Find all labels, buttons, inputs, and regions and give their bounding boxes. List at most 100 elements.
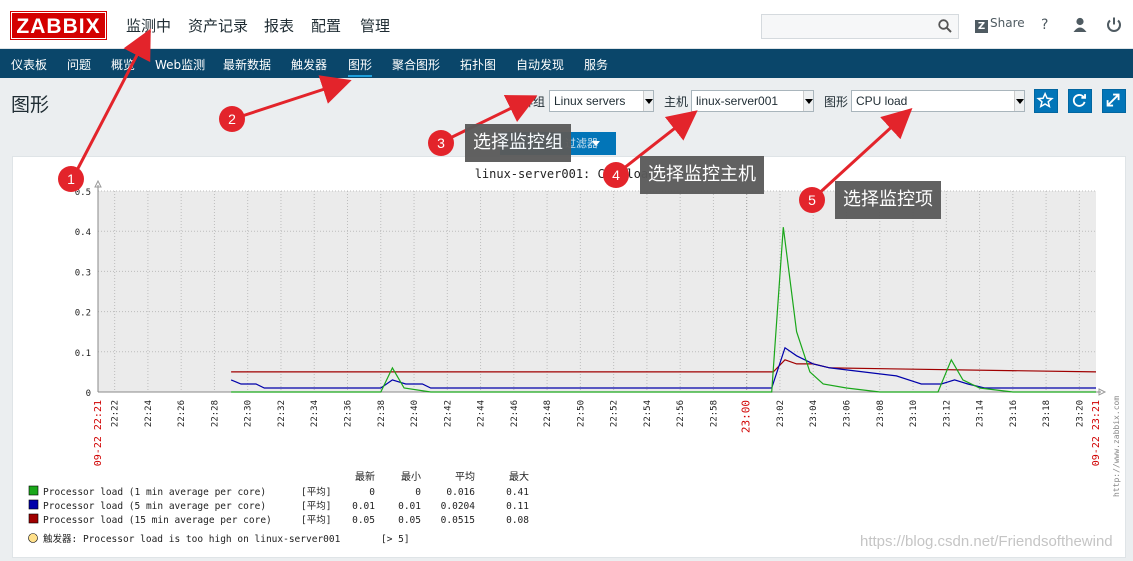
graph-panel: linux-server001: CPU load 0 0.1 0.2 0.3 0.4 0… — [12, 156, 1126, 558]
y-tick-label: 0.2 — [75, 309, 91, 319]
x-tick-label: 22:44 — [477, 400, 487, 427]
subnav-overview[interactable]: 概览 — [111, 56, 135, 73]
callout-select-item: 选择监控项 — [835, 181, 941, 219]
legend-value-cell: 0.0204 — [441, 501, 476, 512]
subnav-dashboard[interactable]: 仪表板 — [11, 56, 47, 73]
top-bar: ZABBIX 监测中 资产记录 报表 配置 管理 Z Share ? — [0, 0, 1133, 49]
logout-power-icon[interactable] — [1105, 16, 1123, 34]
x-tick-label: 22:28 — [210, 400, 220, 427]
step-badge-4: 4 — [603, 162, 629, 188]
legend-item-func: [平均] — [301, 514, 331, 526]
graph-select-value: CPU load — [856, 94, 908, 108]
help-icon[interactable]: ? — [1041, 17, 1048, 33]
x-tick-label: 23:08 — [876, 400, 886, 427]
legend-value-cell: 0.05 — [352, 515, 375, 526]
nav-administration[interactable]: 管理 — [360, 15, 390, 36]
group-label: 群组 — [521, 95, 546, 109]
legend-value-cell: 0.016 — [446, 487, 475, 498]
zabbix-credit: http://www.zabbix.com — [1112, 396, 1121, 497]
x-tick-label: 22:22 — [111, 400, 121, 427]
legend-value-cell: 0.05 — [398, 515, 421, 526]
x-tick-label: 22:50 — [576, 400, 586, 427]
legend-trigger-text: 触发器: Processor load is too high on linux… — [43, 533, 341, 545]
legend-item-func: [平均] — [301, 500, 331, 512]
subnav-maps[interactable]: 拓扑图 — [460, 56, 496, 73]
host-select[interactable]: linux-server001 — [691, 90, 814, 112]
search-input[interactable] — [761, 14, 959, 39]
x-tick-label: 23:00 — [740, 400, 753, 433]
x-tick-label: 23:14 — [976, 400, 986, 427]
y-tick-label: 0.3 — [75, 268, 91, 278]
subnav-problems[interactable]: 问题 — [67, 56, 91, 73]
legend-value-cell: 0 — [369, 487, 375, 498]
x-tick-label: 22:36 — [344, 400, 354, 427]
nav-configuration[interactable]: 配置 — [311, 15, 341, 36]
x-tick-label: 22:54 — [643, 400, 653, 427]
subnav-discovery[interactable]: 自动发现 — [516, 56, 564, 73]
subnav-latest-data[interactable]: 最新数据 — [223, 56, 271, 73]
legend-color-swatch — [28, 499, 39, 510]
x-tick-label: 22:40 — [410, 400, 420, 427]
nav-reports[interactable]: 报表 — [264, 15, 294, 36]
nav-inventory[interactable]: 资产记录 — [188, 15, 248, 36]
legend-color-swatch — [28, 485, 39, 496]
legend-value-cell: 0.11 — [506, 501, 529, 512]
legend-value-cell: 0 — [415, 487, 421, 498]
favorite-button[interactable] — [1034, 89, 1058, 113]
search-icon[interactable] — [938, 19, 952, 33]
legend-header-cell: 最大 — [509, 470, 529, 483]
nav-monitoring[interactable]: 监测中 — [126, 15, 171, 36]
callout-select-host: 选择监控主机 — [640, 156, 764, 194]
x-tick-label: 22:46 — [510, 400, 520, 427]
x-tick-label: 23:10 — [909, 400, 919, 427]
x-tick-label: 23:04 — [809, 400, 819, 427]
y-tick-label: 0 — [86, 389, 91, 399]
x-tick-label: 22:24 — [144, 400, 154, 427]
x-tick-label: 22:34 — [310, 400, 320, 427]
subnav-web[interactable]: Web监测 — [155, 56, 205, 73]
subnav-triggers[interactable]: 触发器 — [291, 56, 327, 73]
graph-select[interactable]: CPU load — [851, 90, 1025, 112]
group-select[interactable]: Linux servers — [549, 90, 654, 112]
x-tick-label: 22:52 — [610, 400, 620, 427]
cpu-load-graph: linux-server001: CPU load 00.10.20.30.40… — [28, 167, 1121, 545]
x-tick-label: 23:12 — [942, 400, 952, 427]
subnav-screens[interactable]: 聚合图形 — [392, 56, 440, 73]
legend-item-name: Processor load (15 min average per core) — [43, 515, 272, 526]
plot-area: 00.10.20.30.40.522:22 22:24 22:26 22:28 22:3… — [75, 179, 1107, 466]
trigger-icon — [28, 533, 38, 543]
subnav-graphs[interactable]: 图形 — [348, 56, 373, 77]
arrow-2 — [235, 75, 352, 120]
step-badge-1: 1 — [58, 166, 84, 192]
x-start-label: 09-22 22:21 — [93, 400, 104, 466]
zabbix-logo[interactable]: ZABBIX — [10, 11, 107, 40]
sub-nav-bar: 仪表板 问题 概览 Web监测 最新数据 触发器 图形 聚合图形 拓扑图 自动发… — [0, 49, 1133, 78]
x-tick-label: 22:38 — [377, 400, 387, 427]
subnav-services[interactable]: 服务 — [584, 56, 608, 73]
legend-item-func: [平均] — [301, 486, 331, 498]
legend-header-cell: 平均 — [455, 471, 475, 483]
legend-value-cell: 0.01 — [352, 501, 375, 512]
share-button[interactable]: Z Share — [975, 16, 1025, 33]
host-label: 主机 — [664, 95, 689, 109]
x-tick-label: 23:20 — [1075, 400, 1085, 427]
legend-color-swatch — [28, 513, 39, 524]
refresh-button[interactable] — [1068, 89, 1092, 113]
watermark: https://blog.csdn.net/Friendsofthewind — [860, 533, 1113, 550]
graph-label: 图形 — [824, 95, 849, 109]
y-tick-label: 0.4 — [75, 228, 91, 238]
x-tick-label: 22:42 — [443, 400, 453, 427]
chevron-down-icon — [1014, 91, 1024, 111]
refresh-icon — [1072, 94, 1086, 107]
star-icon — [1036, 91, 1054, 109]
x-tick-label: 22:56 — [676, 400, 686, 427]
legend-value-cell: 0.01 — [398, 501, 421, 512]
legend-header-cell: 最小 — [401, 471, 421, 483]
x-tick-label: 22:26 — [177, 400, 187, 427]
step-badge-5: 5 — [799, 187, 825, 213]
group-select-value: Linux servers — [554, 94, 626, 108]
y-tick-label: 0.1 — [75, 349, 91, 359]
fullscreen-button[interactable] — [1102, 89, 1126, 113]
legend-trigger-threshold: [> 5] — [381, 534, 410, 545]
user-profile-icon[interactable] — [1071, 16, 1089, 34]
